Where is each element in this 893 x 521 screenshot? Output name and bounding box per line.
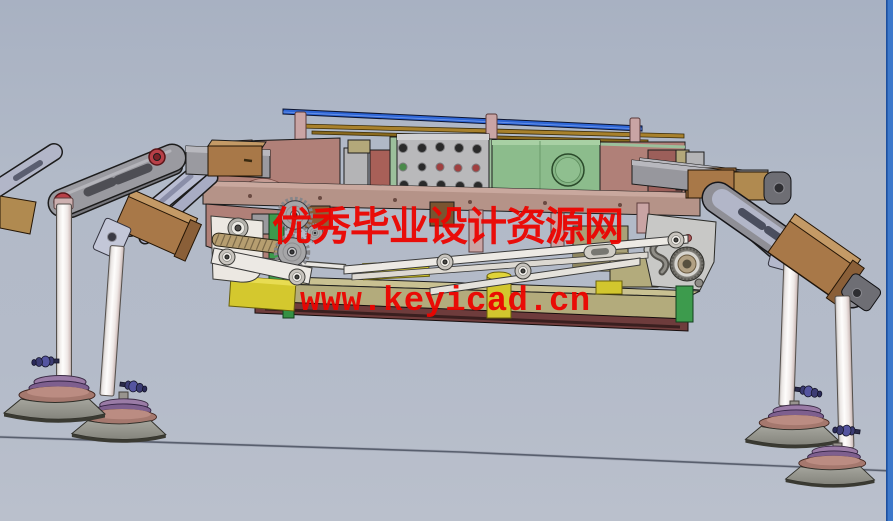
right-side-plate xyxy=(643,213,717,291)
leg-cylinder xyxy=(53,197,74,384)
window-edge xyxy=(886,0,893,521)
gear-housing-green xyxy=(491,139,601,196)
cad-viewport: 优秀毕业设计资源网 www.keyicad.cn xyxy=(0,0,893,521)
bolt-plate xyxy=(389,133,497,195)
watermark-line2: www.keyicad.cn xyxy=(300,283,591,321)
watermark-line1: 优秀毕业设计资源网 xyxy=(272,204,623,250)
